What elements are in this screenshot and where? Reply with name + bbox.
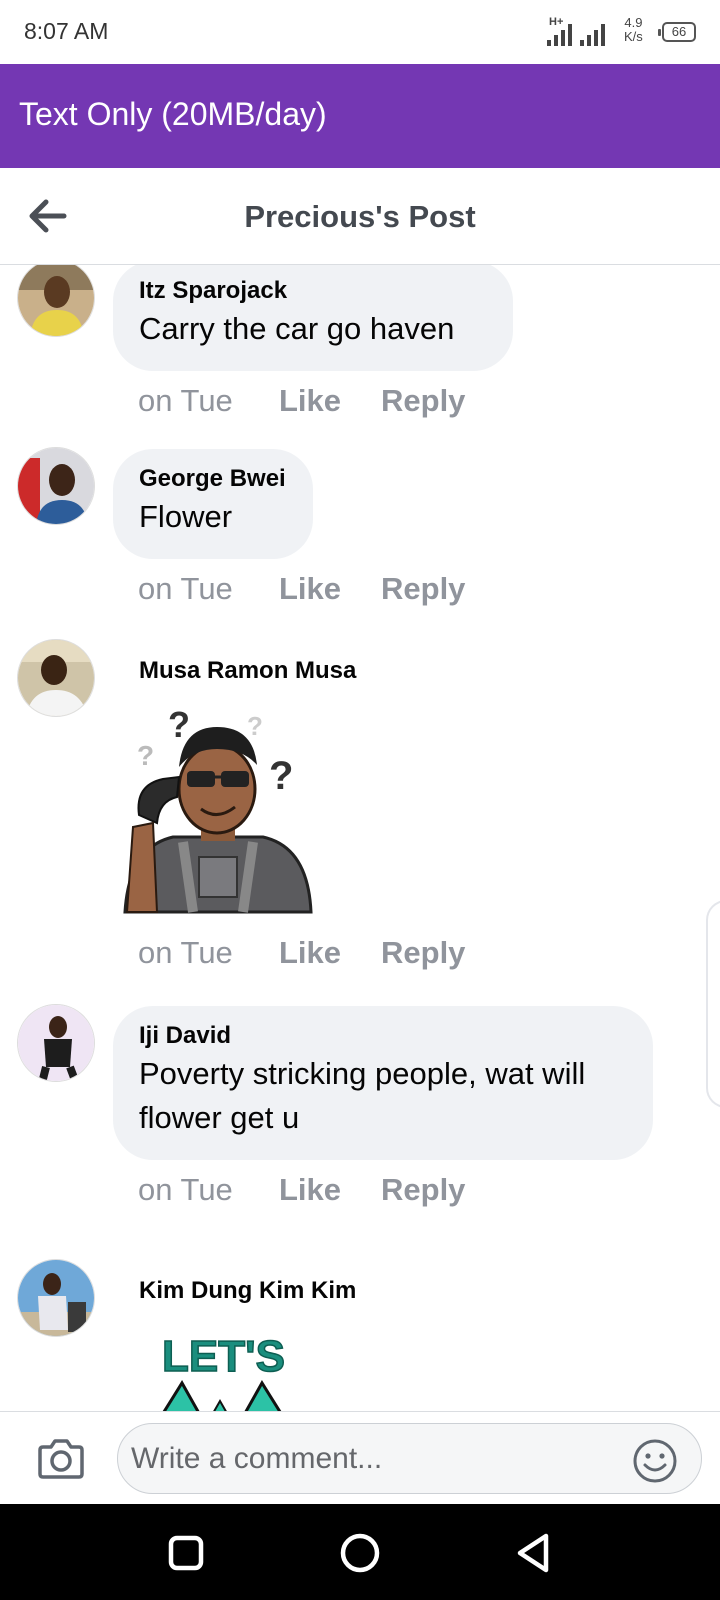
confused-man-sticker[interactable]: ? ? ? ? (113, 697, 323, 917)
like-button[interactable]: Like (279, 383, 341, 419)
banner-text: Text Only (20MB/day) (19, 96, 327, 132)
comment-text: Poverty stricking people, wat will (139, 1056, 586, 1091)
sticker-text: LET'S (162, 1332, 285, 1381)
user-photo (18, 640, 94, 716)
lets-go-sticker[interactable]: LET'S (148, 1325, 308, 1411)
comment-text: Carry the car go haven (139, 311, 455, 346)
data-mode-banner[interactable]: Text Only (20MB/day) (0, 64, 720, 168)
avatar[interactable] (17, 1004, 95, 1082)
avatar[interactable] (17, 447, 95, 525)
comment-author[interactable]: Itz Sparojack (139, 275, 487, 307)
reply-button[interactable]: Reply (381, 571, 465, 607)
comment-time[interactable]: on Tue (138, 571, 233, 606)
square-icon[interactable] (161, 1528, 211, 1578)
signal-icon (547, 18, 572, 46)
side-chat-tab[interactable] (706, 900, 720, 1108)
page-title: Precious's Post (244, 199, 476, 234)
comment-bubble: Musa Ramon Musa (113, 641, 413, 703)
status-time: 8:07 AM (24, 18, 109, 44)
user-photo (18, 448, 94, 524)
like-button[interactable]: Like (279, 935, 341, 971)
comment-bubble: Kim Dung Kim Kim (113, 1261, 413, 1323)
user-photo (18, 1005, 94, 1081)
comment-actions: on Tue Like Reply (138, 1172, 465, 1208)
like-button[interactable]: Like (279, 1172, 341, 1208)
comment-time[interactable]: on Tue (138, 383, 233, 418)
svg-text:?: ? (168, 704, 190, 745)
svg-text:?: ? (269, 754, 293, 798)
smiley-icon[interactable] (632, 1438, 678, 1484)
comment-composer (0, 1411, 720, 1504)
comment-text: Flower (139, 499, 233, 534)
comment-input[interactable] (117, 1423, 702, 1494)
avatar[interactable] (17, 639, 95, 717)
comment-author[interactable]: George Bwei (139, 463, 287, 495)
comment-actions: on Tue Like Reply (138, 383, 465, 419)
comment-actions: on Tue Like Reply (138, 571, 465, 607)
comment-list[interactable]: Itz Sparojack Carry the car go haven on … (0, 265, 720, 1411)
comment-bubble: George Bwei Flower (113, 449, 313, 559)
comment-author[interactable]: Iji David (139, 1020, 627, 1052)
comment-time[interactable]: on Tue (138, 935, 233, 970)
screen: 8:07 AM H+ 4.9 K/s 66 Text Only (20MB/da… (0, 0, 720, 1600)
signal-icon (580, 18, 605, 46)
avatar[interactable] (17, 1259, 95, 1337)
reply-button[interactable]: Reply (381, 1172, 465, 1208)
status-bar: 8:07 AM H+ 4.9 K/s 66 (0, 0, 720, 64)
circle-icon[interactable] (335, 1528, 385, 1578)
svg-text:?: ? (247, 711, 263, 741)
speed-value: 4.9 (624, 15, 643, 30)
svg-text:?: ? (137, 740, 154, 771)
like-button[interactable]: Like (279, 571, 341, 607)
system-nav-bar (0, 1504, 720, 1600)
post-header: Precious's Post (0, 168, 720, 265)
user-photo (18, 265, 94, 336)
comment-text: flower get u (139, 1100, 300, 1135)
reply-button[interactable]: Reply (381, 383, 465, 419)
comment-bubble: Itz Sparojack Carry the car go haven (113, 265, 513, 371)
speed-unit: K/s (624, 29, 643, 44)
battery-icon: 66 (658, 22, 696, 42)
comment-author[interactable]: Kim Dung Kim Kim (139, 1275, 387, 1307)
comment-bubble: Iji David Poverty stricking people, wat … (113, 1006, 653, 1160)
reply-button[interactable]: Reply (381, 935, 465, 971)
comment-time[interactable]: on Tue (138, 1172, 233, 1207)
user-photo (18, 1260, 94, 1336)
network-speed: 4.9 K/s (624, 16, 643, 44)
triangle-back-icon[interactable] (510, 1528, 560, 1578)
camera-icon[interactable] (36, 1438, 86, 1480)
comment-author[interactable]: Musa Ramon Musa (139, 655, 387, 687)
comment-actions: on Tue Like Reply (138, 935, 465, 971)
avatar[interactable] (17, 265, 95, 337)
